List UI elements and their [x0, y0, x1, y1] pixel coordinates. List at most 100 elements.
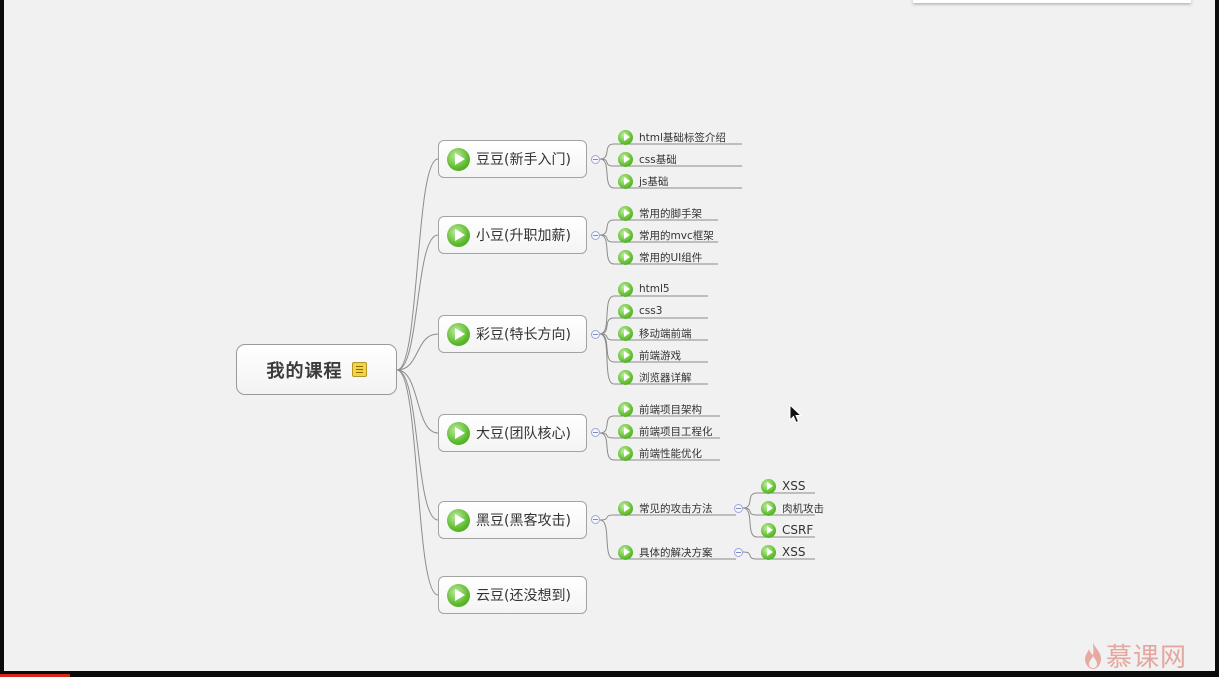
collapse-toggle-icon[interactable]	[591, 231, 600, 240]
leaf-node[interactable]: 前端游戏	[618, 346, 681, 364]
branch-node-dadou[interactable]: 大豆(团队核心)	[438, 414, 587, 452]
connector-line	[599, 219, 615, 236]
connector-line	[742, 507, 758, 538]
connector-line	[396, 369, 439, 434]
leaf-node[interactable]: css3	[618, 302, 662, 320]
leaf-label: CSRF	[782, 523, 814, 537]
root-node[interactable]: 我的课程	[236, 344, 397, 395]
leaf-node[interactable]: 常用的脚手架	[618, 204, 702, 222]
note-icon[interactable]	[351, 362, 367, 377]
leaf-node[interactable]: 移动端前端	[618, 324, 692, 342]
connector-line	[599, 333, 615, 385]
play-icon	[618, 227, 633, 243]
play-icon	[447, 147, 470, 171]
leaf-label: 移动端前端	[639, 327, 692, 340]
connector-line	[396, 234, 439, 371]
leaf-node[interactable]: 前端性能优化	[618, 444, 702, 462]
connector-line	[396, 333, 439, 371]
play-icon	[618, 249, 633, 265]
connector-line	[396, 369, 439, 521]
leaf-label: 肉机攻击	[782, 502, 824, 515]
leaf-node[interactable]: html基础标签介绍	[618, 128, 726, 146]
leaf-label: 具体的解决方案	[639, 546, 713, 559]
leaf-label: 前端项目架构	[639, 403, 702, 416]
leaf-node[interactable]: js基础	[618, 172, 668, 190]
connector-line	[599, 333, 615, 363]
play-icon	[618, 401, 633, 417]
play-icon	[761, 500, 776, 516]
leaf-label: html基础标签介绍	[639, 131, 726, 144]
leaf-node[interactable]: 前端项目工程化	[618, 422, 713, 440]
branch-label: 大豆(团队核心)	[476, 426, 571, 442]
branch-node-yundou[interactable]: 云豆(还没想到)	[438, 576, 587, 614]
connector-line	[599, 234, 615, 243]
play-icon	[447, 223, 470, 247]
leaf-label: js基础	[639, 175, 669, 188]
leaf-label: 前端游戏	[639, 349, 681, 362]
play-icon	[618, 281, 633, 297]
leaf-node[interactable]: 前端项目架构	[618, 400, 702, 418]
connector-line	[396, 369, 439, 596]
play-icon	[618, 500, 633, 516]
play-icon	[447, 322, 470, 346]
leaf-label: css3	[639, 305, 663, 317]
play-icon	[618, 369, 633, 385]
connector-line	[742, 551, 758, 560]
watermark-text: 慕课网	[1106, 643, 1188, 673]
play-icon	[618, 205, 633, 221]
branch-node-caidou[interactable]: 彩豆(特长方向)	[438, 315, 587, 353]
leaf-label: 常用的UI组件	[639, 251, 703, 264]
leaf-label: 前端项目工程化	[639, 425, 713, 438]
mindmap-connectors	[396, 143, 815, 596]
play-icon	[618, 129, 633, 145]
branch-node-heidou[interactable]: 黑豆(黑客攻击)	[438, 501, 587, 539]
collapse-toggle-icon[interactable]	[591, 155, 600, 164]
leaf-node[interactable]: 常用的UI组件	[618, 248, 702, 266]
connector-line	[599, 333, 615, 341]
leaf-label: XSS	[782, 479, 806, 493]
play-icon	[618, 347, 633, 363]
connector-line	[599, 317, 615, 335]
branch-label: 豆豆(新手入门)	[476, 152, 571, 168]
subtopic-node-solutions[interactable]: 具体的解决方案	[618, 543, 713, 561]
collapse-toggle-icon[interactable]	[734, 548, 743, 557]
leaf-label: 浏览器详解	[639, 371, 692, 384]
connector-line	[599, 234, 615, 265]
branch-label: 黑豆(黑客攻击)	[476, 513, 571, 529]
play-icon	[447, 508, 470, 532]
connector-line	[599, 432, 615, 461]
leaf-node[interactable]: html5	[618, 280, 670, 298]
collapse-toggle-icon[interactable]	[591, 428, 600, 437]
collapse-toggle-icon[interactable]	[591, 515, 600, 524]
root-node-label: 我的课程	[266, 360, 343, 382]
top-panel-edge	[913, 0, 1191, 3]
play-icon	[618, 173, 633, 189]
play-icon	[761, 522, 776, 538]
leaf-label: 常用的mvc框架	[639, 229, 714, 242]
play-icon	[618, 151, 633, 167]
leaf-node[interactable]: XSS	[761, 543, 805, 561]
leaf-label: 常见的攻击方法	[639, 502, 713, 515]
leaf-node[interactable]: XSS	[761, 477, 805, 495]
leaf-label: html5	[639, 283, 670, 295]
connector-line	[599, 514, 615, 521]
leaf-node[interactable]: css基础	[618, 150, 677, 168]
leaf-label: XSS	[782, 545, 806, 559]
flame-icon	[1085, 642, 1101, 669]
branch-node-doudou[interactable]: 豆豆(新手入门)	[438, 140, 587, 178]
connector-line	[599, 432, 615, 439]
play-icon	[761, 478, 776, 494]
branch-node-xiaodou[interactable]: 小豆(升职加薪)	[438, 216, 587, 254]
connector-line	[742, 492, 758, 509]
branch-label: 小豆(升职加薪)	[476, 228, 571, 244]
leaf-node[interactable]: 常用的mvc框架	[618, 226, 714, 244]
leaf-node[interactable]: 肉机攻击	[761, 499, 824, 517]
collapse-toggle-icon[interactable]	[591, 330, 600, 339]
play-icon	[447, 583, 470, 607]
subtopic-node-attack-methods[interactable]: 常见的攻击方法	[618, 499, 713, 517]
connector-line	[599, 295, 615, 335]
leaf-node[interactable]: 浏览器详解	[618, 368, 692, 386]
play-icon	[618, 445, 633, 461]
collapse-toggle-icon[interactable]	[734, 504, 743, 513]
leaf-node[interactable]: CSRF	[761, 521, 813, 539]
